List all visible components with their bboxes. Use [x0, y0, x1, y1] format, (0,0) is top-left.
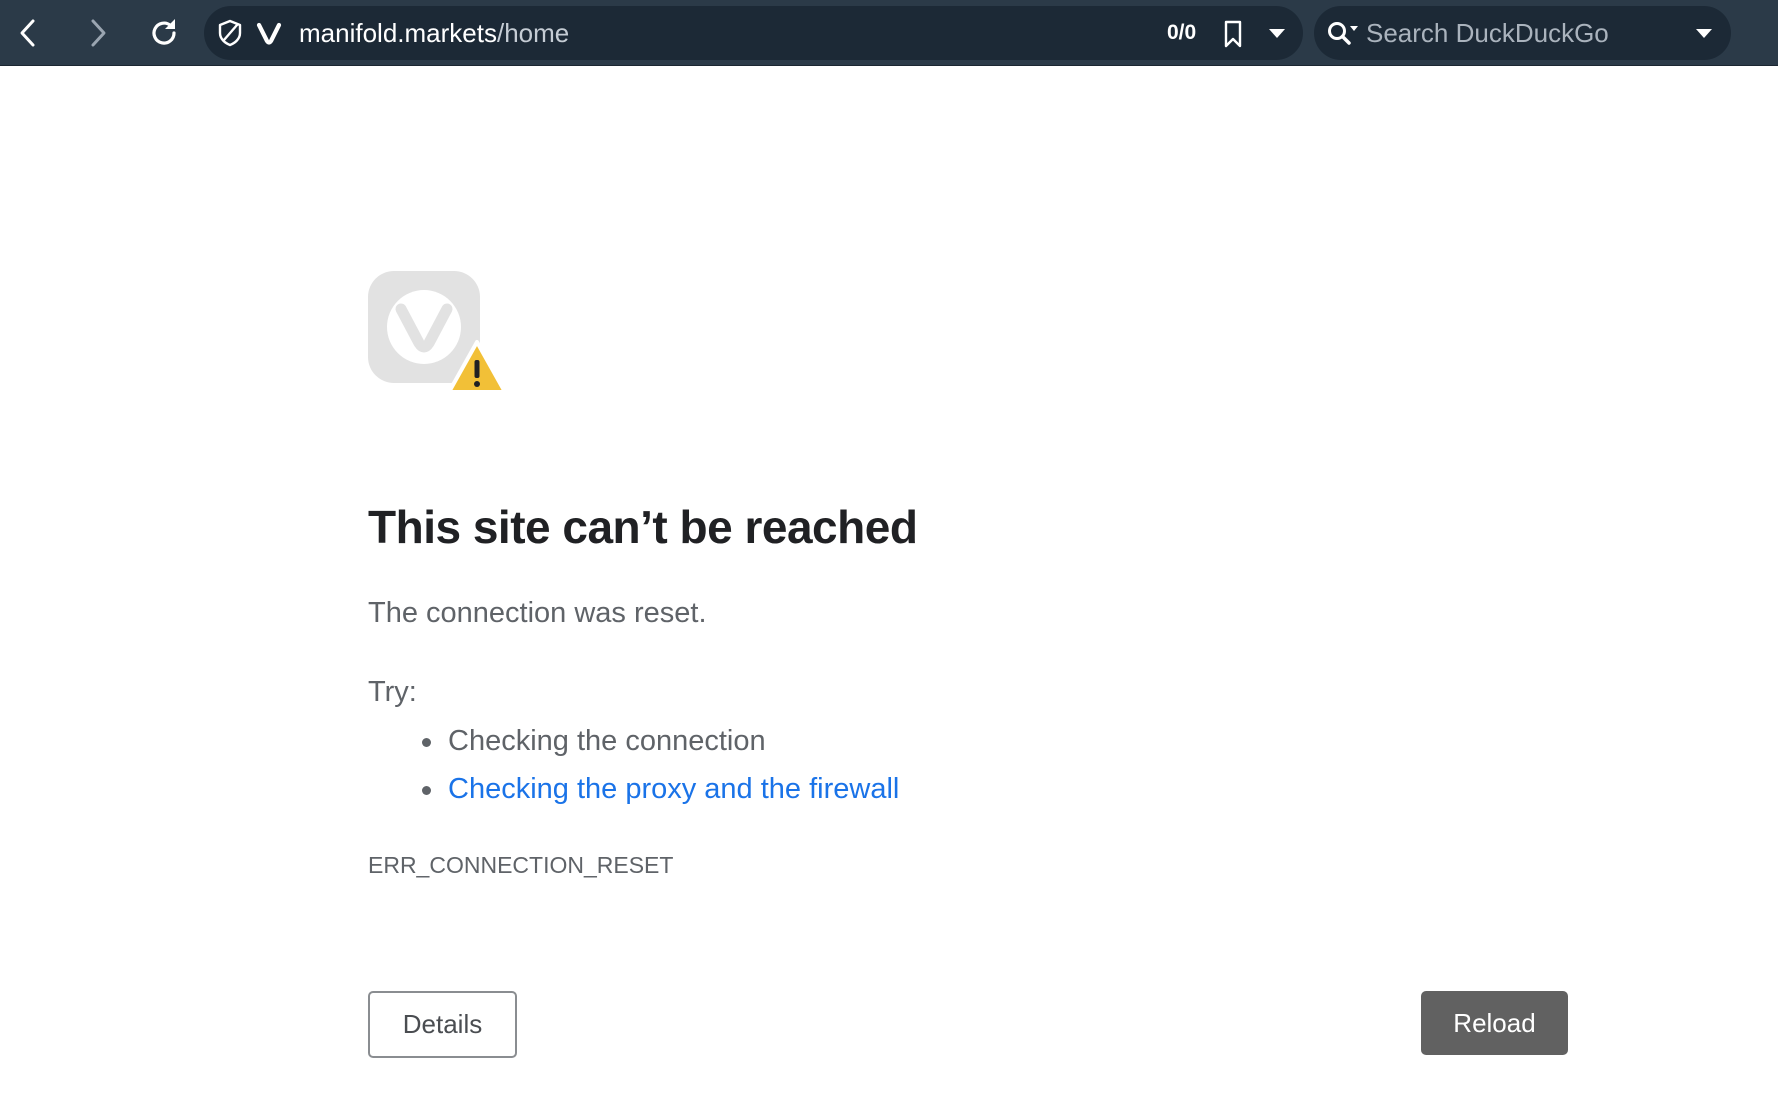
- reload-icon: [152, 19, 176, 45]
- suggestion-check-proxy-link[interactable]: Checking the proxy and the firewall: [368, 768, 899, 816]
- browser-toolbar: manifold.markets/home 0/0 Search DuckDuc…: [0, 0, 1778, 66]
- suggestion-link-text[interactable]: Checking the proxy and the firewall: [448, 773, 899, 805]
- error-message: The connection was reset.: [368, 597, 707, 629]
- address-bar[interactable]: manifold.markets/home 0/0: [204, 6, 1303, 60]
- search-bar[interactable]: Search DuckDuckGo: [1314, 6, 1731, 60]
- try-label: Try:: [368, 676, 417, 708]
- suggestion-list: Checking the connection Checking the pro…: [368, 720, 899, 816]
- url-path: /home: [496, 18, 570, 48]
- url-host: manifold.markets: [299, 18, 497, 48]
- url-text[interactable]: manifold.markets/home: [299, 6, 569, 60]
- blocked-counter[interactable]: 0/0: [1167, 6, 1196, 60]
- search-placeholder[interactable]: Search DuckDuckGo: [1366, 6, 1609, 60]
- back-icon: [20, 19, 35, 47]
- search-engine-chevron-down-icon[interactable]: [1694, 24, 1714, 42]
- search-icon[interactable]: [1326, 19, 1360, 49]
- forward-icon: [91, 19, 106, 47]
- error-title: This site can’t be reached: [368, 501, 918, 553]
- chevron-down-icon[interactable]: [1267, 24, 1287, 42]
- suggestion-text: Checking the connection: [448, 725, 766, 757]
- vivaldi-icon: [255, 19, 283, 47]
- suggestion-check-connection: Checking the connection: [368, 720, 899, 768]
- bullet: [422, 738, 431, 747]
- reload-button[interactable]: Reload: [1421, 991, 1568, 1055]
- reload-toolbar-button[interactable]: [139, 8, 189, 58]
- error-code: ERR_CONNECTION_RESET: [368, 852, 674, 878]
- back-button[interactable]: [3, 8, 53, 58]
- bookmark-icon[interactable]: [1222, 19, 1244, 49]
- bullet: [422, 786, 431, 795]
- details-button[interactable]: Details: [368, 991, 517, 1058]
- forward-button[interactable]: [73, 8, 123, 58]
- shield-icon[interactable]: [216, 19, 244, 47]
- error-illustration: [368, 271, 510, 394]
